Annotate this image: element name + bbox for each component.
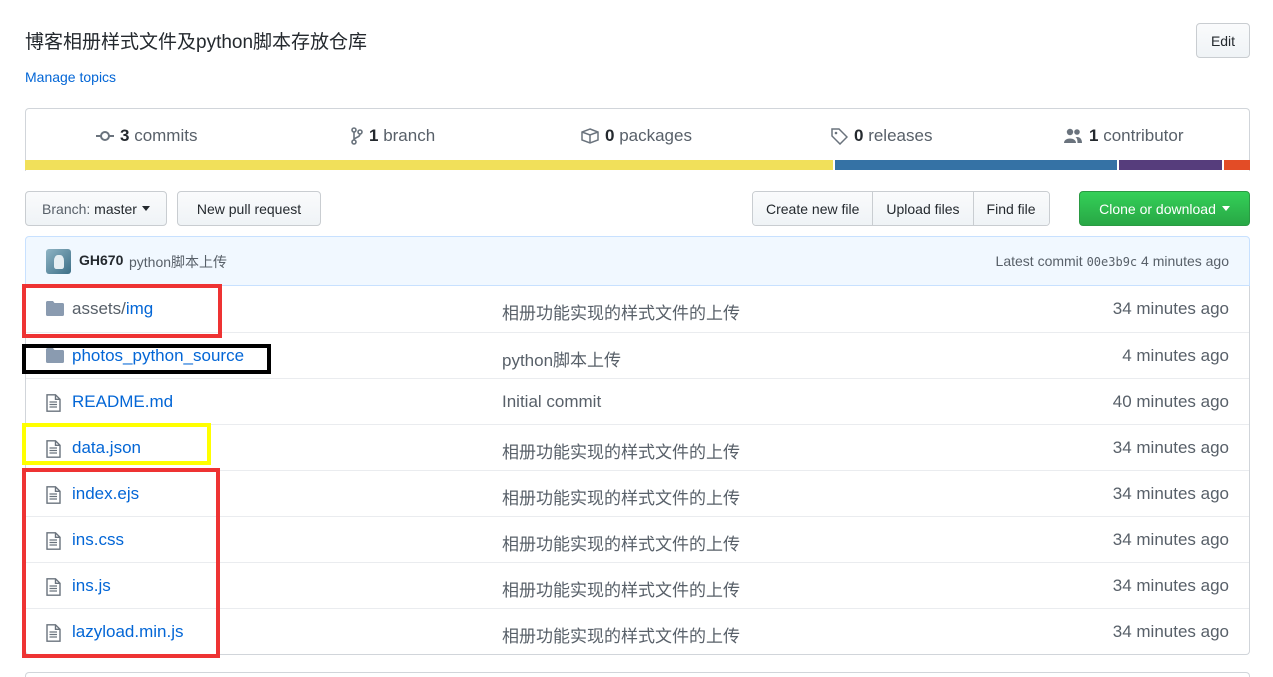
contributors-label: contributor — [1098, 126, 1184, 145]
file-name-link[interactable]: ins.js — [72, 576, 111, 596]
new-pull-request-button[interactable]: New pull request — [177, 191, 321, 226]
readme-box-edge — [25, 672, 1250, 677]
file-icon — [46, 486, 61, 507]
clone-or-download-button[interactable]: Clone or download — [1079, 191, 1250, 226]
people-icon — [1064, 128, 1082, 143]
commit-age: 34 minutes ago — [1112, 530, 1229, 549]
file-name-link[interactable]: data.json — [72, 438, 141, 458]
commit-age: 4 minutes ago — [1122, 346, 1229, 365]
avatar[interactable] — [46, 249, 71, 274]
file-row: ins.js 相册功能实现的样式文件的上传 34 minutes ago — [26, 562, 1249, 608]
commit-author[interactable]: GH670 — [79, 252, 123, 268]
file-name[interactable]: data.json — [72, 438, 141, 457]
folder-icon — [46, 301, 64, 319]
commits-label: commits — [129, 126, 198, 145]
commit-sha[interactable]: 00e3b9c — [1087, 255, 1138, 269]
commit-age: 4 minutes ago — [1141, 253, 1229, 269]
file-name-link[interactable]: README.md — [72, 392, 173, 412]
commit-icon — [96, 131, 114, 141]
file-icon — [46, 532, 61, 553]
commit-message-link[interactable]: 相册功能实现的样式文件的上传 — [502, 530, 740, 555]
language-segment[interactable] — [1118, 160, 1223, 170]
file-row: README.md Initial commit 40 minutes ago — [26, 378, 1249, 424]
file-name[interactable]: ins.js — [72, 576, 111, 595]
commits-link[interactable]: 3 commits — [96, 126, 197, 146]
commit-age: 34 minutes ago — [1112, 622, 1229, 641]
file-icon — [46, 624, 61, 645]
folder-icon — [46, 348, 64, 366]
branch-name: master — [94, 200, 137, 217]
file-row: photos_python_source python脚本上传 4 minutes … — [26, 332, 1249, 378]
file-name-link[interactable]: ins.css — [72, 530, 124, 550]
commit-age: 34 minutes ago — [1112, 484, 1229, 503]
language-bar[interactable] — [25, 160, 1250, 170]
file-name[interactable]: lazyload.min.js — [72, 622, 184, 641]
packages-label: packages — [614, 126, 692, 145]
repo-description: 博客相册样式文件及python脚本存放仓库 — [25, 32, 368, 53]
latest-commit-info: Latest commit 00e3b9c 4 minutes ago — [996, 253, 1229, 269]
manage-topics-link[interactable]: Manage topics — [25, 69, 116, 85]
file-name[interactable]: index.ejs — [72, 484, 139, 503]
branch-select-button[interactable]: Branch: master — [25, 191, 167, 226]
chevron-down-icon — [1221, 206, 1230, 211]
commit-age: 40 minutes ago — [1112, 392, 1229, 411]
tag-icon — [831, 127, 848, 145]
file-name-link[interactable]: index.ejs — [72, 484, 139, 504]
edit-button[interactable]: Edit — [1196, 23, 1250, 58]
directory-prefix[interactable]: assets/ — [72, 299, 126, 318]
latest-commit-prefix: Latest commit — [995, 253, 1083, 269]
branch-label: branch — [378, 126, 436, 145]
create-new-file-button[interactable]: Create new file — [753, 192, 874, 225]
upload-files-button[interactable]: Upload files — [873, 192, 974, 225]
language-segment[interactable] — [835, 160, 1117, 170]
language-segment[interactable] — [1224, 160, 1250, 170]
commit-message-link[interactable]: 相册功能实现的样式文件的上传 — [502, 299, 740, 324]
file-name[interactable]: img — [126, 299, 153, 318]
commit-message-link[interactable]: Initial commit — [502, 392, 601, 412]
commit-message-link[interactable]: python脚本上传 — [502, 346, 621, 371]
language-segment[interactable] — [25, 160, 834, 170]
branch-prefix: Branch: — [42, 200, 95, 217]
clone-label: Clone or download — [1099, 200, 1216, 217]
file-icon — [46, 394, 61, 415]
packages-link[interactable]: 0 packages — [581, 126, 692, 146]
latest-commit-bar: GH670 python脚本上传 Latest commit 00e3b9c 4… — [25, 236, 1250, 286]
file-name[interactable]: README.md — [72, 392, 173, 411]
file-list: assets/img 相册功能实现的样式文件的上传 34 minutes ago ph… — [25, 286, 1250, 655]
file-row: data.json 相册功能实现的样式文件的上传 34 minutes ago — [26, 424, 1249, 470]
file-row: ins.css 相册功能实现的样式文件的上传 34 minutes ago — [26, 516, 1249, 562]
file-name-link[interactable]: photos_python_source — [72, 346, 244, 366]
file-row: index.ejs 相册功能实现的样式文件的上传 34 minutes ago — [26, 470, 1249, 516]
find-file-button[interactable]: Find file — [973, 192, 1049, 225]
contributors-link[interactable]: 1 contributor — [1063, 126, 1184, 146]
commit-message[interactable]: python脚本上传 — [129, 252, 227, 272]
branch-icon — [351, 127, 363, 145]
file-name[interactable]: photos_python_source — [72, 346, 244, 365]
file-name[interactable]: ins.css — [72, 530, 124, 549]
commit-age: 34 minutes ago — [1112, 438, 1229, 457]
file-icon — [46, 440, 61, 461]
commit-message-link[interactable]: 相册功能实现的样式文件的上传 — [502, 576, 740, 601]
file-actions-group: Create new file Upload files Find file — [752, 191, 1050, 226]
commit-message-link[interactable]: 相册功能实现的样式文件的上传 — [502, 438, 740, 463]
releases-link[interactable]: 0 releases — [831, 126, 932, 146]
chevron-down-icon — [141, 206, 150, 211]
commit-message-link[interactable]: 相册功能实现的样式文件的上传 — [502, 484, 740, 509]
branches-link[interactable]: 1 branch — [351, 126, 435, 146]
file-name-link[interactable]: lazyload.min.js — [72, 622, 184, 642]
commit-message-link[interactable]: 相册功能实现的样式文件的上传 — [502, 622, 740, 647]
releases-label: releases — [863, 126, 933, 145]
package-icon — [581, 128, 599, 144]
file-icon — [46, 578, 61, 599]
file-row: lazyload.min.js 相册功能实现的样式文件的上传 34 minutes … — [26, 608, 1249, 654]
commit-age: 34 minutes ago — [1112, 576, 1229, 595]
file-name-link[interactable]: assets/img — [72, 299, 153, 319]
commit-age: 34 minutes ago — [1112, 299, 1229, 318]
file-row: assets/img 相册功能实现的样式文件的上传 34 minutes ago — [26, 286, 1249, 332]
